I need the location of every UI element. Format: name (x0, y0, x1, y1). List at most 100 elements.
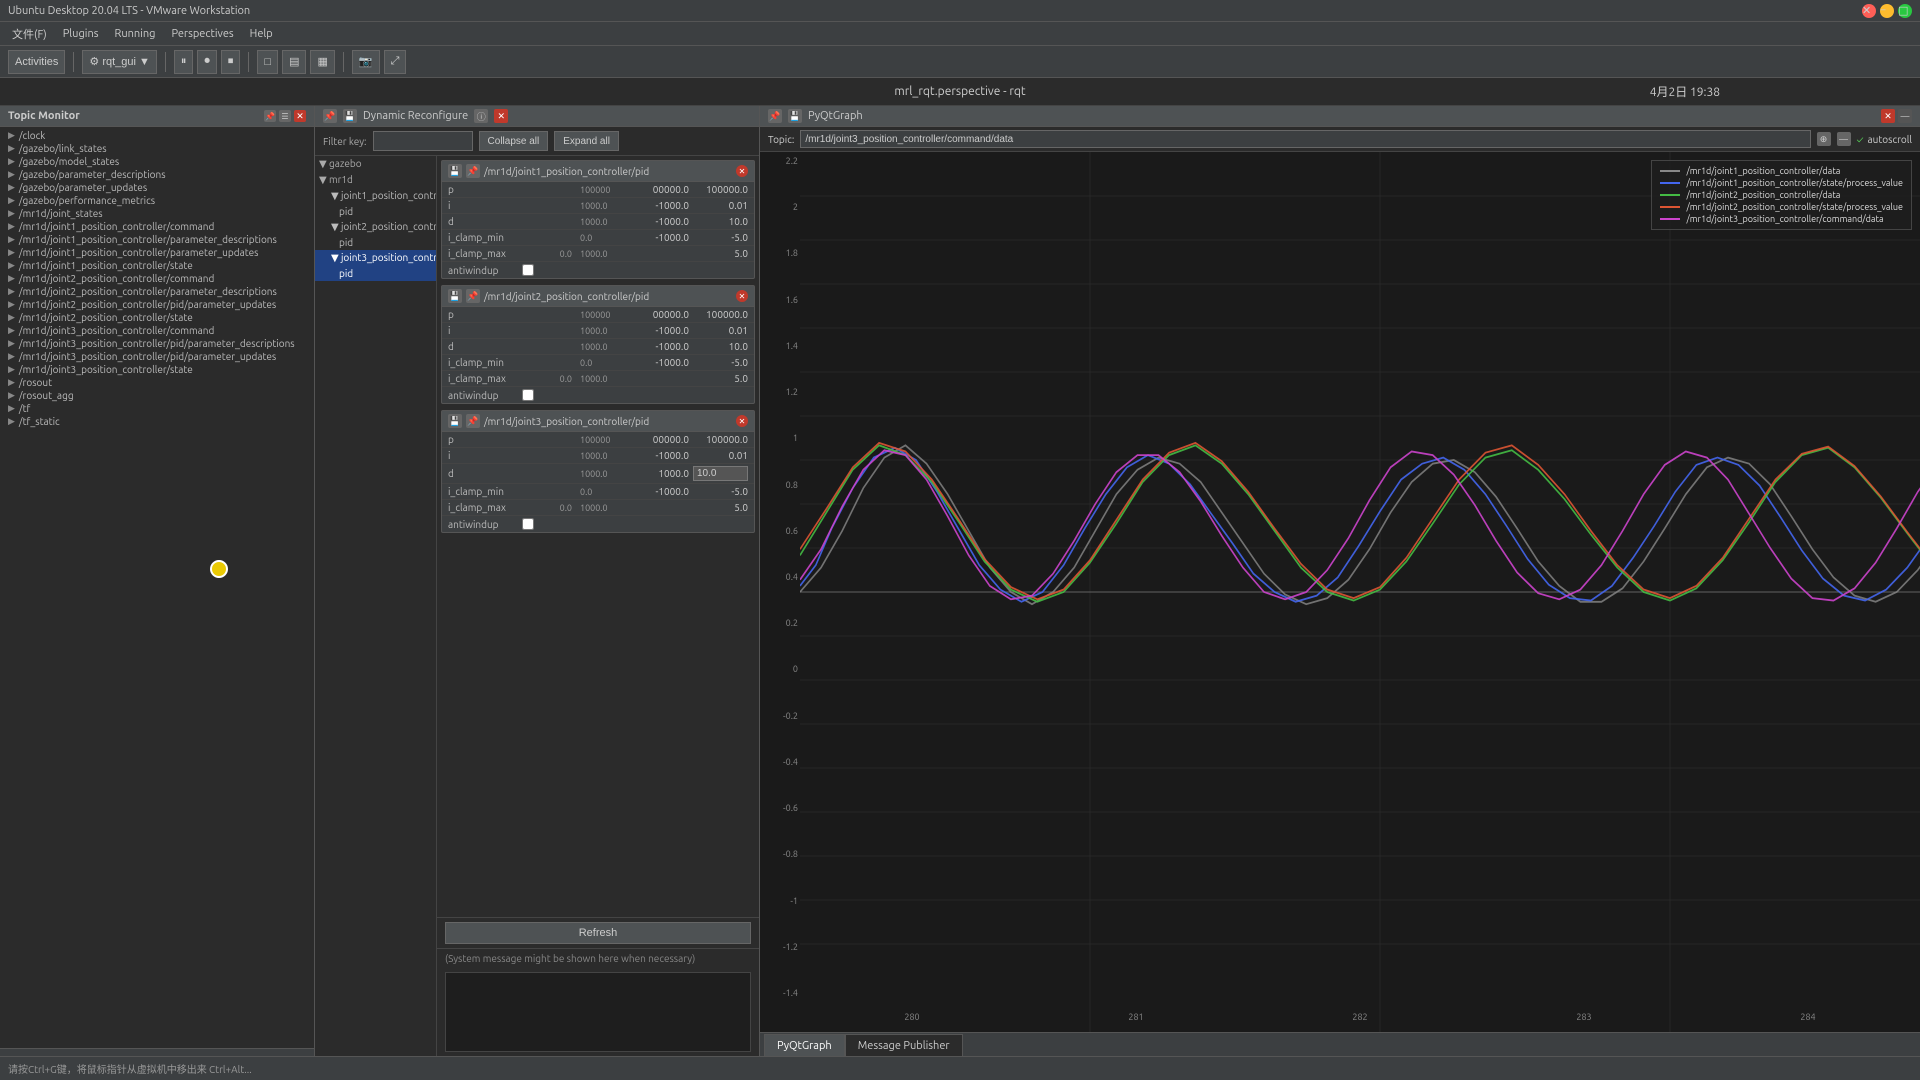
j3-pin-icon[interactable]: 📌 (466, 414, 480, 428)
topic-item-j1-param-desc[interactable]: ▶/mr1d/joint1_position_controller/parame… (0, 233, 314, 246)
pqg-topic-label: Topic: (768, 134, 794, 145)
j2-d-max: 1000.0 (580, 342, 630, 352)
menu-bar: 文件(F) Plugins Running Perspectives Help (0, 22, 1920, 46)
j2-close-btn[interactable]: ✕ (736, 290, 748, 302)
bottom-tabs: PyQtGraph Message Publisher (760, 1032, 1920, 1056)
dr-pin-btn[interactable]: 📌 (323, 109, 337, 123)
topic-monitor-close[interactable]: ✕ (294, 110, 306, 122)
topic-item-j3-pid-upd[interactable]: ▶/mr1d/joint3_position_controller/pid/pa… (0, 350, 314, 363)
j2-i-val2: 0.01 (693, 325, 748, 336)
topic-item-j2-pid-upd[interactable]: ▶/mr1d/joint2_position_controller/pid/pa… (0, 298, 314, 311)
j3-antiwindup-checkbox[interactable] (522, 518, 534, 530)
topic-item-gazebo-model[interactable]: ▶/gazebo/model_states (0, 155, 314, 168)
topic-scrollbar[interactable] (0, 1048, 314, 1056)
dr-tree-mr1d[interactable]: ▼ mr1d (315, 172, 436, 188)
topic-item-mr1d-joints[interactable]: ▶/mr1d/joint_states (0, 207, 314, 220)
pqg-pin-btn[interactable]: 📌 (768, 109, 782, 123)
pqg-topic-expand-btn[interactable]: ⊕ (1817, 132, 1831, 146)
j1-pin-icon[interactable]: 📌 (466, 164, 480, 178)
j2-antiwindup-checkbox[interactable] (522, 389, 534, 401)
j2-save-icon[interactable]: 💾 (448, 289, 462, 303)
screenshot-button[interactable]: 📷 (352, 50, 380, 74)
topic-item-tf-static[interactable]: ▶/tf_static (0, 415, 314, 428)
dr-tree-j2-pid[interactable]: pid (315, 235, 436, 250)
j1-antiwindup-checkbox[interactable] (522, 264, 534, 276)
toolbar-sep-1 (73, 52, 74, 72)
dr-save-btn[interactable]: 💾 (343, 109, 357, 123)
topic-item-rosout[interactable]: ▶/rosout (0, 376, 314, 389)
pqg-topic-collapse-btn[interactable]: — (1837, 132, 1851, 146)
j1-imin-max: 0.0 (580, 233, 630, 243)
menu-help[interactable]: Help (242, 26, 281, 42)
maximize-button[interactable]: □ (1898, 4, 1912, 18)
topic-item-tf[interactable]: ▶/tf (0, 402, 314, 415)
dr-tree-j3-pid[interactable]: pid (315, 266, 436, 281)
dr-tree-j1[interactable]: ▼ joint1_position_controller (315, 188, 436, 204)
topic-item-j1-cmd[interactable]: ▶/mr1d/joint1_position_controller/comman… (0, 220, 314, 233)
collapse-all-button[interactable]: Collapse all (479, 131, 549, 151)
pqg-close-btn[interactable]: ✕ (1881, 109, 1895, 123)
j1-iclamp-max-row: i_clamp_max 0.0 1000.0 5.0 (442, 246, 754, 262)
dr-tree-j1-pid[interactable]: pid (315, 204, 436, 219)
topic-item-gazebo-link[interactable]: ▶/gazebo/link_states (0, 142, 314, 155)
rqt-gui-button[interactable]: ⚙ rqt_gui ▼ (82, 50, 157, 74)
pqg-save-btn[interactable]: 💾 (788, 109, 802, 123)
graph-area[interactable]: 2.2 2 1.8 1.6 1.4 1.2 1 0.8 0.6 0.4 0.2 … (760, 152, 1920, 1032)
layout-btn-2[interactable]: ▤ (282, 50, 306, 74)
menu-file[interactable]: 文件(F) (4, 24, 55, 44)
topic-item-gazebo-param-upd[interactable]: ▶/gazebo/parameter_updates (0, 181, 314, 194)
minimize-button[interactable]: − (1880, 4, 1894, 18)
expand-button[interactable]: ⤢ (384, 50, 407, 74)
refresh-button[interactable]: Refresh (445, 922, 751, 944)
topic-item-j1-state[interactable]: ▶/mr1d/joint1_position_controller/state (0, 259, 314, 272)
j3-iclamp-max-row: i_clamp_max 0.0 1000.0 5.0 (442, 500, 754, 516)
j3-d-edit[interactable] (693, 466, 748, 481)
dr-tree-j3[interactable]: ▼ joint3_position_controller (315, 250, 436, 266)
topic-item-j2-param-desc[interactable]: ▶/mr1d/joint2_position_controller/parame… (0, 285, 314, 298)
activities-button[interactable]: Activities (8, 50, 65, 74)
pqg-topic-bar: Topic: ⊕ — ✓ autoscroll (760, 127, 1920, 152)
dr-header: 📌 💾 Dynamic Reconfigure ⓘ ✕ (315, 106, 759, 127)
j1-iclamp-max-label: i_clamp_max (448, 248, 518, 259)
j1-close-btn[interactable]: ✕ (736, 165, 748, 177)
j3-iclamp-max-label: i_clamp_max (448, 502, 518, 513)
topic-item-gazebo-param-desc[interactable]: ▶/gazebo/parameter_descriptions (0, 168, 314, 181)
close-button[interactable]: ✕ (1862, 4, 1876, 18)
layout-btn-1[interactable]: □ (257, 50, 278, 74)
j2-imax-min: 0.0 (522, 374, 572, 384)
topic-item-j2-state[interactable]: ▶/mr1d/joint2_position_controller/state (0, 311, 314, 324)
topic-item-clock[interactable]: ▶/clock (0, 129, 314, 142)
topic-item-gazebo-perf[interactable]: ▶/gazebo/performance_metrics (0, 194, 314, 207)
topic-item-j3-pid-desc[interactable]: ▶/mr1d/joint3_position_controller/pid/pa… (0, 337, 314, 350)
dr-tree-j2[interactable]: ▼ joint2_position_controller (315, 219, 436, 235)
topic-item-j3-state[interactable]: ▶/mr1d/joint3_position_controller/state (0, 363, 314, 376)
topic-item-rosout-agg[interactable]: ▶/rosout_agg (0, 389, 314, 402)
menu-perspectives[interactable]: Perspectives (164, 26, 242, 42)
dr-tree-gazebo[interactable]: ▼ gazebo (315, 156, 436, 172)
expand-all-button[interactable]: Expand all (554, 131, 619, 151)
menu-running[interactable]: Running (107, 26, 164, 42)
filter-input[interactable] (373, 131, 473, 151)
topic-item-j1-param-upd[interactable]: ▶/mr1d/joint1_position_controller/parame… (0, 246, 314, 259)
topic-item-j3-cmd[interactable]: ▶/mr1d/joint3_position_controller/comman… (0, 324, 314, 337)
j3-save-icon[interactable]: 💾 (448, 414, 462, 428)
graph-svg (800, 152, 1920, 1032)
pqg-min-btn[interactable]: — (1898, 109, 1912, 123)
dr-info-btn[interactable]: ⓘ (474, 109, 488, 123)
topic-item-j2-cmd[interactable]: ▶/mr1d/joint2_position_controller/comman… (0, 272, 314, 285)
j1-save-icon[interactable]: 💾 (448, 164, 462, 178)
tab-pyqtgraph[interactable]: PyQtGraph (764, 1034, 845, 1056)
dr-close-btn[interactable]: ✕ (494, 109, 508, 123)
j2-pin-icon[interactable]: 📌 (466, 289, 480, 303)
menu-plugins[interactable]: Plugins (55, 26, 107, 42)
tab-message-publisher[interactable]: Message Publisher (845, 1034, 963, 1056)
topic-monitor-menu[interactable]: ☰ (279, 110, 291, 122)
pqg-topic-input[interactable] (800, 130, 1810, 148)
stop-button[interactable]: ⏹ (221, 50, 241, 74)
layout-btn-3[interactable]: ▦ (310, 50, 334, 74)
j3-close-btn[interactable]: ✕ (736, 415, 748, 427)
j3-d-val: 1000.0 (634, 468, 689, 479)
topic-monitor-pin[interactable]: 📌 (264, 110, 276, 122)
record-button[interactable]: ⏺ (197, 50, 217, 74)
pause-button[interactable]: ⏸ (174, 50, 194, 74)
